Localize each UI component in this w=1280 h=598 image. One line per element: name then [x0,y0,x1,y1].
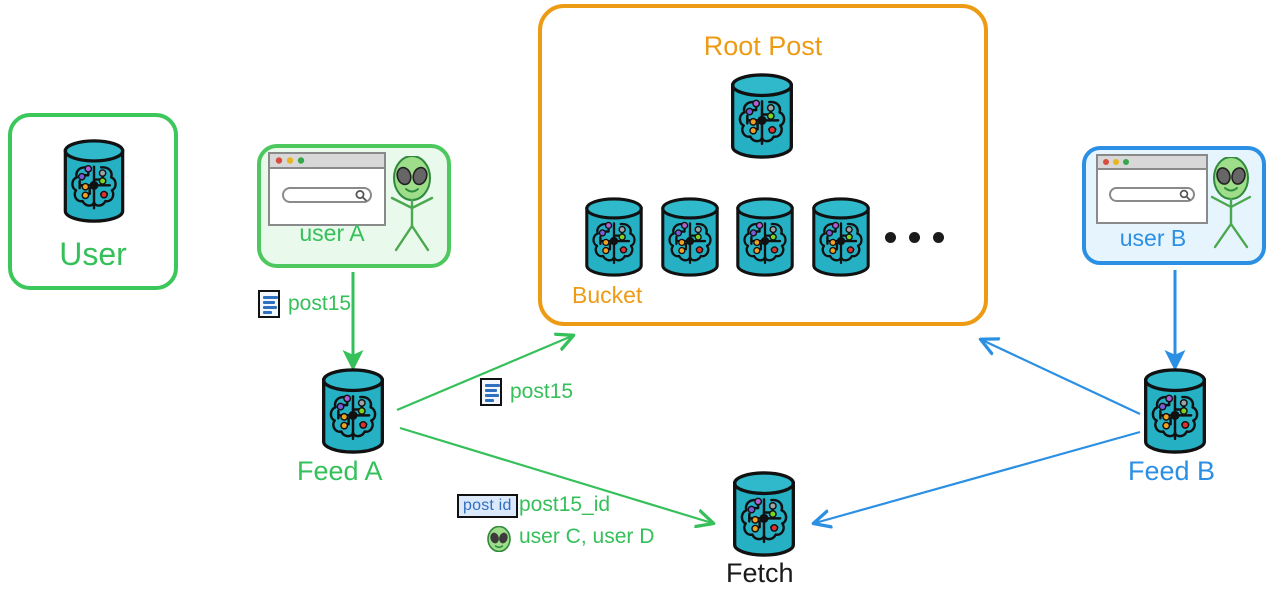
cylinder-bucket [812,197,870,277]
cylinder-feed-a [322,368,384,454]
cylinder-feed-b [1144,368,1206,454]
diagram-canvas: post15 post15 post id post15_id user C, … [0,0,1280,598]
label-user: User [59,236,127,272]
label-fetch: Fetch [726,558,794,588]
browser-window-icon-b [1096,154,1208,224]
edge-label-post15-id: post15_id [519,493,611,516]
document-icon [480,378,502,406]
post-id-badge: post id [457,494,518,518]
cylinder-bucket [661,197,719,277]
search-input-a[interactable] [282,187,372,203]
edge-label-post15-usera: post15 [288,292,352,315]
document-icon [258,290,280,318]
edge-label-post15-rootpost: post15 [510,380,574,403]
label-root-post: Root Post [703,31,823,61]
cylinder-root-post [731,73,793,159]
cylinder-bucket [585,197,643,277]
label-user-a: user A [299,220,365,246]
bucket-ellipsis [885,232,944,243]
browser-window-icon-a [268,152,386,226]
cylinder-fetch [733,471,795,557]
alien-icon [487,526,511,552]
edge-label-users-cd: user C, user D [519,525,655,548]
label-bucket: Bucket [572,282,643,308]
cylinder-bucket [736,197,794,277]
label-feed-a: Feed A [297,456,383,486]
label-feed-b: Feed B [1128,456,1216,486]
cylinder-user [63,139,125,223]
label-user-b: user B [1119,225,1187,251]
